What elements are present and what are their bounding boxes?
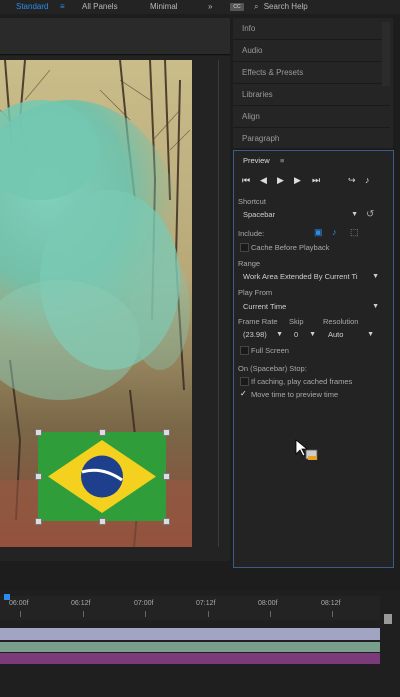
transform-handle[interactable] (163, 473, 170, 480)
layer-bar[interactable] (0, 628, 380, 640)
shortcut-dropdown[interactable]: Spacebar ▼ (243, 209, 358, 221)
work-area-end-handle[interactable] (384, 614, 392, 624)
cc-badge-icon[interactable]: CC (230, 3, 244, 11)
timeline-tick: 08:12f (321, 600, 341, 607)
full-screen-label: Full Screen (251, 346, 289, 355)
transform-handle[interactable] (163, 518, 170, 525)
tick-mark (20, 611, 21, 617)
chevron-down-icon: ▼ (351, 211, 358, 218)
range-label: Range (238, 259, 261, 268)
transform-handle[interactable] (35, 518, 42, 525)
if-caching-label: If caching, play cached frames (251, 377, 353, 386)
workspace-minimal-tab[interactable]: Minimal (150, 0, 178, 14)
resolution-label: Resolution (323, 317, 359, 326)
workspace-more-icon[interactable]: » (208, 0, 212, 14)
preview-panel: Preview ≡ ⏮ ◀︎ ▶︎ ▶︎ ⏭ ↪ ♪ Shortcut Spac… (233, 150, 394, 568)
timeline-tick: 07:12f (196, 600, 216, 607)
last-frame-icon[interactable]: ⏭ (312, 175, 320, 186)
panel-scrollbar[interactable] (382, 22, 390, 86)
chevron-down-icon: ▼ (309, 331, 316, 338)
workspace-menu-icon[interactable]: ≡ (60, 0, 65, 14)
panel-paragraph[interactable]: Paragraph (233, 128, 390, 150)
play-icon[interactable]: ▶︎ (277, 175, 284, 186)
transform-handle[interactable] (99, 518, 106, 525)
cache-before-playback-label: Cache Before Playback (251, 243, 330, 252)
chevron-down-icon: ▼ (372, 273, 379, 280)
timeline-tick: 07:00f (134, 600, 154, 607)
chevron-down-icon: ▼ (372, 303, 379, 310)
busy-cursor-icon (295, 439, 318, 460)
viewer-header (0, 18, 230, 55)
panel-list: Info Audio Effects & Presets Libraries A… (233, 18, 393, 150)
preview-menu-icon[interactable]: ≡ (280, 156, 284, 165)
play-from-label: Play From (238, 288, 273, 297)
shortcut-label: Shortcut (238, 197, 266, 206)
skip-label: Skip (289, 317, 304, 326)
guide-line (218, 60, 219, 547)
timeline-empty-area (0, 664, 400, 697)
flag-layer[interactable] (35, 429, 170, 525)
panel-align[interactable]: Align (233, 106, 390, 128)
tick-mark (208, 611, 209, 617)
include-video-icon[interactable]: ▣ (314, 227, 323, 238)
tick-mark (332, 611, 333, 617)
workspace-all-panels-tab[interactable]: All Panels (82, 0, 118, 14)
range-dropdown[interactable]: Work Area Extended By Current Ti ▼ (243, 271, 379, 283)
workspace-standard-tab[interactable]: Standard (16, 0, 48, 14)
skip-dropdown[interactable]: 0 ▼ (294, 329, 316, 341)
cache-before-playback-checkbox[interactable] (240, 243, 249, 252)
full-screen-checkbox[interactable] (240, 346, 249, 355)
transform-handle[interactable] (163, 429, 170, 436)
frame-rate-label: Frame Rate (238, 317, 278, 326)
on-stop-label: On (Spacebar) Stop: (238, 364, 307, 373)
move-time-label: Move time to preview time (251, 390, 339, 399)
search-icon: ⌕ (254, 2, 259, 11)
layer-bar[interactable] (0, 642, 380, 652)
play-from-dropdown[interactable]: Current Time ▼ (243, 301, 379, 313)
workspace-bar: Standard ≡ All Panels Minimal » CC ⌕ Sea… (0, 0, 400, 14)
next-frame-icon[interactable]: ▶︎ (294, 175, 301, 186)
tick-mark (145, 611, 146, 617)
include-label: Include: (238, 229, 265, 238)
include-audio-icon[interactable]: ♪ (332, 227, 337, 237)
previous-frame-icon[interactable]: ◀︎ (260, 175, 267, 186)
preview-title: Preview (243, 156, 270, 165)
panel-info[interactable]: Info (233, 18, 390, 40)
panel-libraries[interactable]: Libraries (233, 84, 390, 106)
timeline-tick: 08:00f (258, 600, 278, 607)
layer-bar[interactable] (0, 653, 380, 664)
loop-icon[interactable]: ↪ (348, 175, 356, 186)
tick-mark (83, 611, 84, 617)
first-frame-icon[interactable]: ⏮ (242, 175, 250, 186)
move-time-checkbox[interactable]: ✓ (240, 390, 247, 398)
panel-effects-presets[interactable]: Effects & Presets (233, 62, 390, 84)
include-overlays-icon[interactable]: ⬚ (350, 227, 359, 238)
brazil-flag-icon (38, 432, 166, 521)
reset-icon[interactable]: ↺ (366, 209, 374, 220)
resolution-dropdown[interactable]: Auto ▼ (328, 329, 374, 341)
chevron-down-icon: ▼ (367, 331, 374, 338)
frame-rate-dropdown[interactable]: (23.98) ▼ (243, 329, 283, 341)
timeline-tick: 06:00f (9, 600, 29, 607)
search-help-input[interactable]: ⌕ Search Help (254, 0, 308, 14)
transform-handle[interactable] (99, 429, 106, 436)
transform-handle[interactable] (35, 473, 42, 480)
audio-icon[interactable]: ♪ (365, 175, 370, 185)
transform-handle[interactable] (35, 429, 42, 436)
timeline-tick: 06:12f (71, 600, 91, 607)
tick-mark (270, 611, 271, 617)
if-caching-checkbox[interactable] (240, 377, 249, 386)
panel-audio[interactable]: Audio (233, 40, 390, 62)
chevron-down-icon: ▼ (276, 331, 283, 338)
